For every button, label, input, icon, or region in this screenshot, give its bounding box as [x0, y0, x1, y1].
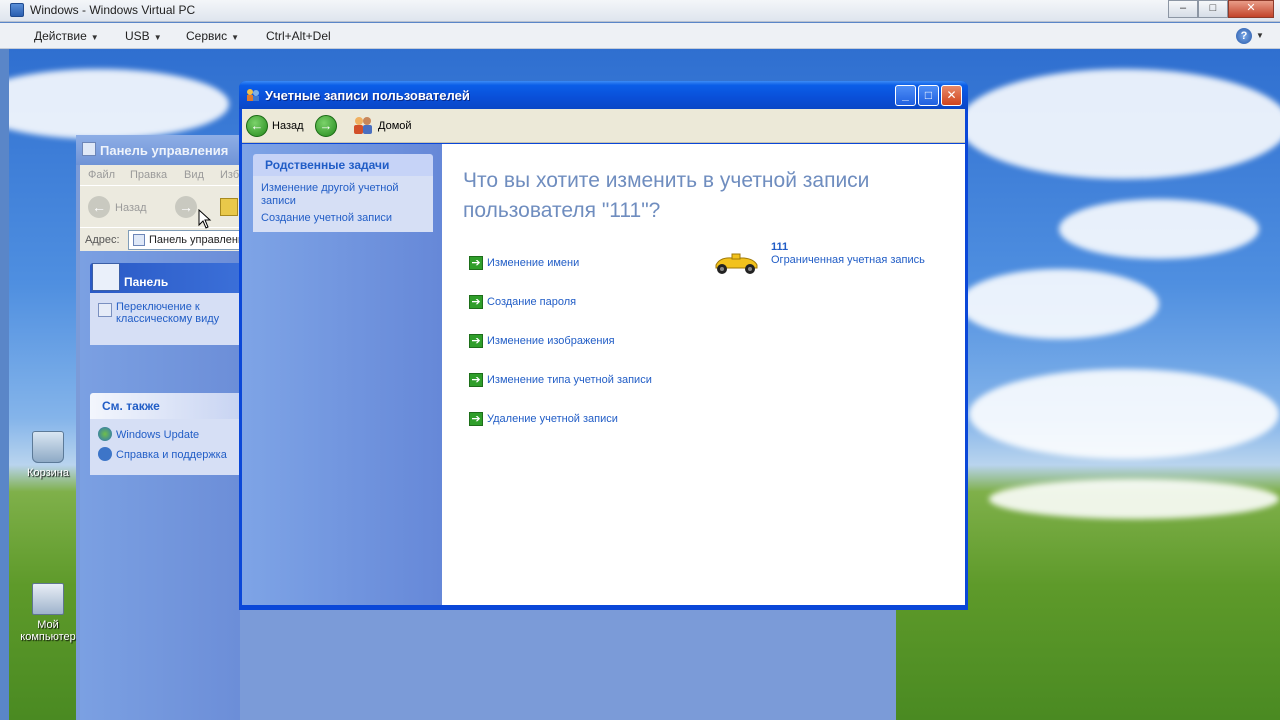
control-panel-checklist-icon	[92, 263, 120, 291]
chevron-down-icon: ▼	[90, 33, 99, 42]
user-name: 111	[771, 241, 789, 253]
control-panel-icon	[82, 142, 96, 156]
cp-back-label[interactable]: Назад	[115, 202, 147, 214]
guest-desktop: Корзина Мой компьютер Панель управления …	[9, 49, 1280, 720]
related-tasks-body: Изменение другой учетной записи Создание…	[253, 176, 433, 232]
ua-close-button[interactable]: ✕	[941, 85, 962, 106]
folder-up-icon[interactable]	[220, 198, 238, 216]
address-label: Адрес:	[85, 234, 120, 246]
address-input[interactable]: Панель управления	[128, 230, 240, 250]
user-accounts-titlebar[interactable]: Учетные записи пользователей _ □ ✕	[239, 81, 968, 109]
ua-maximize-button[interactable]: □	[918, 85, 939, 106]
cp-panel-title: Панель управления	[90, 263, 240, 303]
green-arrow-icon: ➔	[469, 334, 483, 348]
recycle-bin-icon	[32, 431, 64, 463]
control-panel-sidebar: Панель управления Переключение к классич…	[80, 251, 240, 720]
host-maximize-button[interactable]: □	[1198, 0, 1228, 18]
menu-ctrl-alt-del[interactable]: Ctrl+Alt+Del	[266, 29, 331, 43]
user-accounts-icon	[247, 89, 259, 101]
user-accounts-window[interactable]: Учетные записи пользователей _ □ ✕ ← Наз…	[239, 81, 968, 610]
control-panel-toolbar: ← Назад →	[80, 185, 240, 227]
control-panel-address-bar: Адрес: Панель управления	[80, 227, 240, 251]
help-support-icon	[98, 447, 112, 461]
mouse-cursor-icon	[198, 209, 212, 229]
host-minimize-button[interactable]: –	[1168, 0, 1198, 18]
chevron-down-icon: ▼	[231, 33, 240, 42]
green-arrow-icon: ➔	[469, 412, 483, 426]
chevron-down-icon: ▼	[153, 33, 162, 42]
user-accounts-title: Учетные записи пользователей	[265, 88, 470, 103]
see-also-title: См. также	[90, 393, 240, 419]
menu-usb[interactable]: USB ▼	[125, 29, 162, 43]
related-tasks-title: Родственные задачи	[253, 154, 433, 176]
back-arrow-icon[interactable]: ←	[246, 115, 268, 137]
host-menubar: Действие ▼ USB ▼ Сервис ▼ Ctrl+Alt+Del ? ▼	[0, 23, 1280, 49]
ua-home-button[interactable]: Домой	[378, 120, 412, 132]
green-arrow-icon: ➔	[469, 256, 483, 270]
help-support-link[interactable]: Справка и поддержка	[116, 447, 240, 463]
desktop-icon-my-computer[interactable]: Мой компьютер	[11, 583, 85, 643]
virtual-pc-icon	[10, 3, 24, 17]
cp-panel-body: Переключение к классическому виду	[90, 293, 240, 345]
green-arrow-icon: ➔	[469, 373, 483, 387]
cp-menu-file[interactable]: Файл	[88, 169, 115, 181]
ua-minimize-button[interactable]: _	[895, 85, 916, 106]
chevron-down-icon[interactable]: ▼	[1256, 31, 1264, 40]
cp-menu-view[interactable]: Вид	[184, 169, 204, 181]
green-arrow-icon: ➔	[469, 295, 483, 309]
help-icon[interactable]: ?	[1236, 28, 1252, 44]
home-users-icon[interactable]	[352, 115, 374, 135]
menu-tools[interactable]: Сервис ▼	[186, 29, 239, 43]
change-other-account-link[interactable]: Изменение другой учетной записи	[261, 182, 425, 208]
see-also-body: Windows Update Справка и поддержка	[90, 419, 240, 475]
user-accounts-toolbar: ← Назад → Домой	[242, 109, 965, 143]
user-accounts-main-pane: Что вы хотите изменить в учетной записи …	[442, 144, 965, 605]
cp-menu-edit[interactable]: Правка	[130, 169, 167, 181]
windows-update-link[interactable]: Windows Update	[116, 427, 240, 443]
host-close-button[interactable]: ✕	[1228, 0, 1274, 18]
user-accounts-left-pane: Родственные задачи Изменение другой учет…	[242, 144, 442, 605]
create-account-link[interactable]: Создание учетной записи	[261, 212, 425, 225]
back-arrow-icon[interactable]: ←	[88, 196, 110, 218]
user-account-type: Ограниченная учетная запись	[771, 254, 925, 266]
ua-back-button[interactable]: Назад	[272, 120, 304, 132]
desktop-icon-recycle-bin[interactable]: Корзина	[11, 431, 85, 479]
race-car-avatar-icon	[715, 253, 758, 274]
switch-classic-view-link[interactable]: Переключение к классическому виду	[116, 301, 219, 325]
my-computer-icon	[32, 583, 64, 615]
forward-arrow-icon[interactable]: →	[175, 196, 197, 218]
forward-arrow-icon[interactable]: →	[315, 115, 337, 137]
classic-view-icon	[98, 303, 112, 317]
host-titlebar: Windows - Windows Virtual PC – □ ✕	[0, 0, 1280, 22]
host-window-title: Windows - Windows Virtual PC	[30, 3, 196, 17]
control-panel-icon	[133, 234, 145, 246]
control-panel-menubar: Файл Правка Вид Избранное	[80, 165, 276, 185]
user-account-card: 111 Ограниченная учетная запись	[710, 241, 950, 281]
menu-action[interactable]: Действие ▼	[34, 29, 99, 43]
windows-update-icon	[98, 427, 112, 441]
page-question-heading: Что вы хотите изменить в учетной записи …	[463, 169, 870, 222]
